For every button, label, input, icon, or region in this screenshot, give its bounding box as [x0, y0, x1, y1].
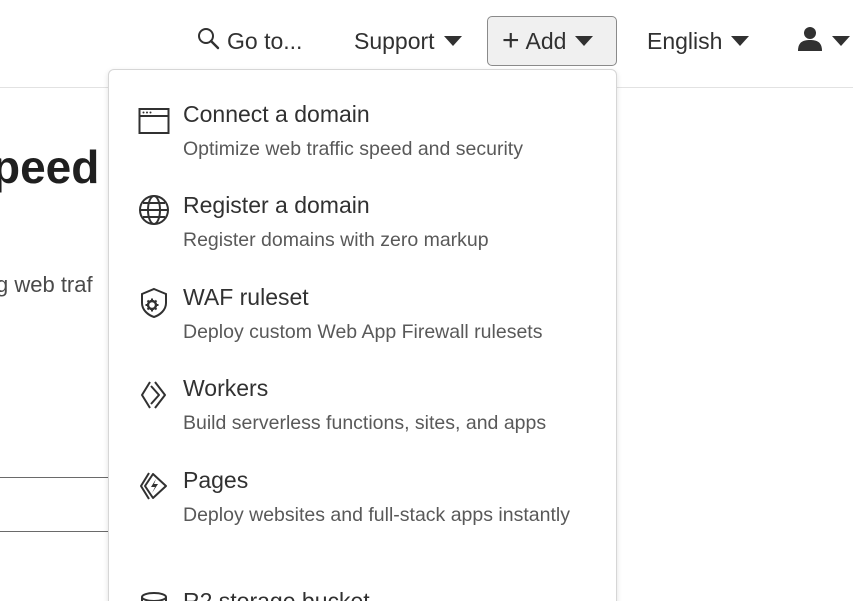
language-menu-button[interactable]: English [647, 16, 750, 66]
plus-icon: + [502, 24, 520, 57]
chevron-down-icon [443, 36, 462, 46]
menu-item-title: Connect a domain [183, 101, 370, 127]
page-heading: peed [0, 141, 100, 193]
shield-gear-icon [137, 286, 171, 320]
goto-button[interactable]: Go to... [196, 16, 302, 66]
support-menu-button[interactable]: Support [354, 16, 462, 66]
menu-item-description: Register domains with zero markup [183, 229, 489, 251]
pages-icon [137, 469, 171, 503]
language-label: English [647, 27, 723, 54]
database-icon [137, 589, 171, 601]
page-subtext: g web traf [0, 272, 93, 297]
menu-item-title: R2 storage bucket [183, 588, 370, 601]
page: peed g web traf Go to... Support + Add E… [0, 0, 853, 601]
menu-item-title: Pages [183, 467, 249, 493]
add-label: Add [525, 27, 567, 54]
support-label: Support [354, 27, 435, 54]
search-icon [196, 26, 227, 56]
menu-item-description: Deploy custom Web App Firewall rulesets [183, 321, 543, 343]
menu-item-connect-domain[interactable]: Connect a domain Optimize web traffic sp… [109, 101, 616, 161]
menu-item-r2-storage-bucket[interactable]: R2 storage bucket [109, 588, 616, 601]
menu-item-register-domain[interactable]: Register a domain Register domains with … [109, 192, 616, 252]
chevron-down-icon [575, 36, 594, 46]
menu-item-description: Optimize web traffic speed and security [183, 138, 523, 160]
menu-item-workers[interactable]: Workers Build serverless functions, site… [109, 375, 616, 435]
menu-item-title: Workers [183, 375, 269, 401]
menu-item-description: Deploy websites and full-stack apps inst… [183, 504, 570, 526]
browser-window-icon [137, 104, 171, 138]
menu-item-pages[interactable]: Pages Deploy websites and full-stack app… [109, 467, 616, 557]
chevron-down-icon [731, 36, 750, 46]
menu-item-title: Register a domain [183, 192, 370, 218]
menu-item-description: Build serverless functions, sites, and a… [183, 412, 547, 434]
add-dropdown-menu: Connect a domain Optimize web traffic sp… [108, 69, 617, 601]
goto-label: Go to... [227, 27, 303, 54]
globe-icon [137, 193, 171, 227]
chevron-down-icon [832, 36, 850, 46]
user-menu-button[interactable] [797, 16, 850, 66]
workers-icon [137, 378, 171, 412]
user-icon [797, 25, 823, 57]
add-menu-button[interactable]: + Add [487, 16, 617, 66]
menu-item-title: WAF ruleset [183, 284, 309, 310]
menu-item-waf-ruleset[interactable]: WAF ruleset Deploy custom Web App Firewa… [109, 284, 616, 344]
